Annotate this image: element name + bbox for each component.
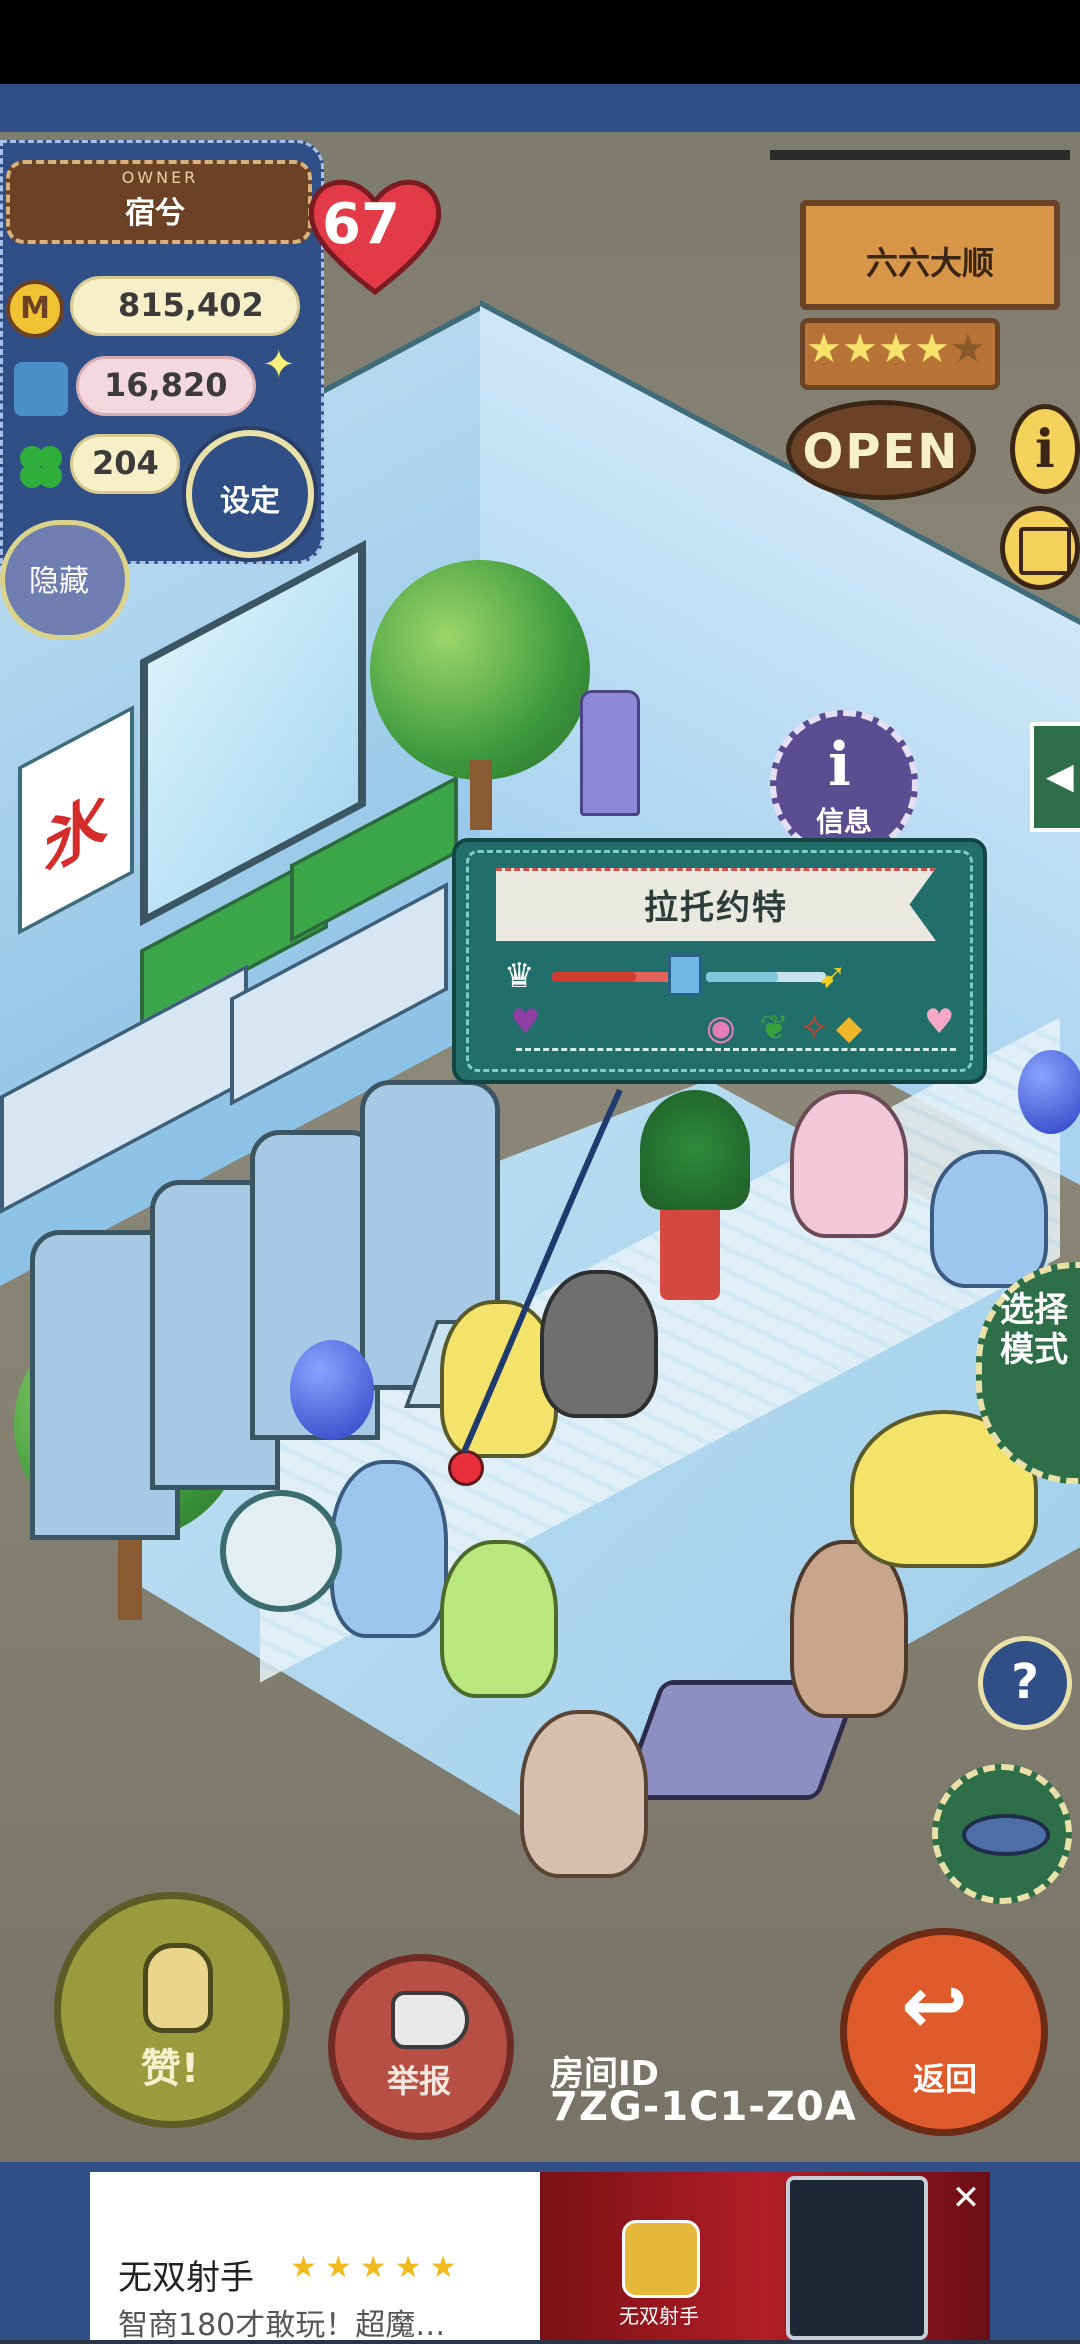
like-label: 赞! xyxy=(140,2046,200,2092)
player-level: 67 xyxy=(322,192,400,257)
customer-name: 拉托约特 xyxy=(644,888,788,928)
popup-pointer-line xyxy=(461,1088,623,1454)
coins-value: 815,402 xyxy=(118,286,264,324)
right-panel-tab[interactable]: ◀ xyxy=(1030,722,1080,832)
leaf-icon: ❦ xyxy=(760,1008,789,1048)
top-star-band xyxy=(0,84,1080,135)
waiter-pink-rabbit[interactable] xyxy=(790,1090,908,1238)
report-button[interactable] xyxy=(328,1954,514,2140)
chef-hat-icon: ♛ xyxy=(504,956,535,996)
rating-star-icon: ★ xyxy=(914,326,950,372)
room-id-value: 7ZG-1C1-Z0A xyxy=(550,2084,857,2130)
owner-label: OWNER xyxy=(121,168,199,187)
potted-tree xyxy=(370,560,590,780)
help-icon: ? xyxy=(1011,1654,1039,1710)
drink-preference-fill xyxy=(706,972,778,982)
blender xyxy=(580,690,640,816)
balloon-2 xyxy=(1018,1050,1080,1134)
whistle-icon xyxy=(391,1991,469,2049)
drink-icon xyxy=(668,954,702,996)
customer-blue-bear-2[interactable] xyxy=(930,1150,1048,1288)
coin-icon: M xyxy=(6,280,64,338)
customer-green-bear[interactable] xyxy=(440,1540,558,1698)
ad-gameplay-preview xyxy=(786,2176,928,2340)
ad-rating-stars: ★★★★★ xyxy=(290,2250,465,2285)
ad-close-icon[interactable]: ✕ xyxy=(944,2176,988,2220)
info-badge-icon: i xyxy=(828,730,851,800)
status-bar xyxy=(0,0,1080,84)
customer-blue-bear[interactable] xyxy=(330,1460,448,1638)
sparkle-icon: ✦ xyxy=(262,342,296,388)
hide-ui-label: 隐藏 xyxy=(29,564,89,599)
left-arrow-icon: ◀ xyxy=(1046,756,1074,797)
clovers-value: 204 xyxy=(92,444,159,482)
yellow-item-icon: ➹ xyxy=(818,956,847,996)
customer-bunny[interactable] xyxy=(790,1540,908,1718)
ingredients-value: 16,820 xyxy=(104,366,228,404)
ad-subtitle: 智商180才敢玩！超魔… xyxy=(118,2308,446,2343)
ufo-button[interactable] xyxy=(932,1764,1072,1904)
ad-title: 无双射手 xyxy=(118,2258,254,2298)
chili-icon: ✧ xyxy=(800,1008,829,1048)
customer-info-label: 信息 xyxy=(815,805,872,838)
back-label: 返回 xyxy=(912,2060,977,2098)
rating-star-icon: ★ xyxy=(806,326,842,372)
sign-bracket xyxy=(770,150,1070,160)
ad-app-icon[interactable] xyxy=(622,2220,700,2298)
info-icon: i xyxy=(1035,419,1055,480)
cheese-icon: ◆ xyxy=(836,1008,863,1048)
rating-star-icon: ★ xyxy=(950,326,986,372)
report-label: 举报 xyxy=(386,2062,451,2100)
preference-line xyxy=(516,1048,956,1051)
rating-star-icon: ★ xyxy=(878,326,914,372)
food-preference-fill xyxy=(552,972,636,982)
select-mode-label: 选择模式 xyxy=(1000,1290,1068,1370)
plant-pot xyxy=(660,1200,720,1300)
book-icon xyxy=(1019,527,1071,575)
ingredient-crate-icon xyxy=(14,362,68,416)
ice-banner-text: 氷 xyxy=(44,779,108,889)
broken-heart-icon: ♥ xyxy=(510,1002,541,1042)
back-button[interactable]: ↩ xyxy=(840,1928,1048,2136)
rating-star-icon: ★ xyxy=(842,326,878,372)
balloon xyxy=(290,1340,374,1440)
candy-icon: ◉ xyxy=(706,1008,736,1048)
shop-name: 六六大顺 xyxy=(865,244,994,282)
ad-app-name: 无双射手 xyxy=(619,2304,699,2328)
clover-icon xyxy=(20,446,62,488)
open-label: OPEN xyxy=(802,424,960,480)
tree-trunk xyxy=(470,760,492,830)
settings-label: 设定 xyxy=(220,484,280,519)
love-heart-icon: ♥ xyxy=(924,1002,955,1042)
recipe-book-button[interactable] xyxy=(1000,506,1080,590)
thumbs-up-icon xyxy=(143,1943,213,2033)
owner-name: 宿兮 xyxy=(125,196,185,231)
potted-plant xyxy=(640,1090,750,1210)
electric-fan xyxy=(220,1490,342,1612)
shop-info-button[interactable]: i xyxy=(1010,404,1080,494)
shop-rating-stars: ★ ★ ★ ★ ★ xyxy=(806,322,996,382)
customer-tan-cat[interactable] xyxy=(520,1710,648,1878)
ufo-icon xyxy=(962,1814,1050,1856)
return-arrow-icon: ↩ xyxy=(901,1959,969,2052)
